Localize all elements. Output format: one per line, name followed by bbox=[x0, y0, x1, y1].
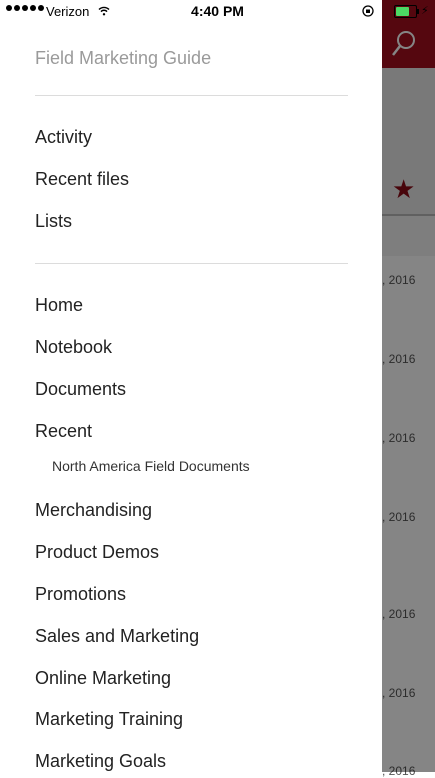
nav-item-product-demos[interactable]: Product Demos bbox=[35, 542, 159, 563]
rotation-lock-icon bbox=[362, 5, 374, 17]
drawer-title: Field Marketing Guide bbox=[35, 48, 212, 68]
nav-item-online-marketing[interactable]: Online Marketing bbox=[35, 668, 171, 689]
battery-icon bbox=[394, 5, 417, 18]
nav-subitem-north-america-field-documents[interactable]: North America Field Documents bbox=[52, 458, 250, 474]
status-bar: Verizon 4:40 PM ⚡ bbox=[0, 0, 435, 24]
nav-item-home[interactable]: Home bbox=[35, 295, 83, 316]
divider bbox=[35, 95, 348, 96]
nav-item-sales-and-marketing[interactable]: Sales and Marketing bbox=[35, 626, 199, 647]
nav-item-notebook[interactable]: Notebook bbox=[35, 337, 112, 358]
nav-item-recent[interactable]: Recent bbox=[35, 421, 92, 442]
nav-item-marketing-goals[interactable]: Marketing Goals bbox=[35, 751, 166, 772]
nav-item-activity[interactable]: Activity bbox=[35, 127, 92, 148]
navigation-drawer: Field Marketing Guide Activity Recent fi… bbox=[0, 0, 382, 772]
nav-item-merchandising[interactable]: Merchandising bbox=[35, 500, 152, 521]
divider bbox=[35, 263, 348, 264]
nav-item-marketing-training[interactable]: Marketing Training bbox=[35, 709, 183, 730]
charging-bolt-icon: ⚡ bbox=[421, 5, 429, 17]
nav-item-recent-files[interactable]: Recent files bbox=[35, 169, 129, 190]
nav-item-promotions[interactable]: Promotions bbox=[35, 584, 126, 605]
nav-item-documents[interactable]: Documents bbox=[35, 379, 126, 400]
nav-item-lists[interactable]: Lists bbox=[35, 211, 72, 232]
